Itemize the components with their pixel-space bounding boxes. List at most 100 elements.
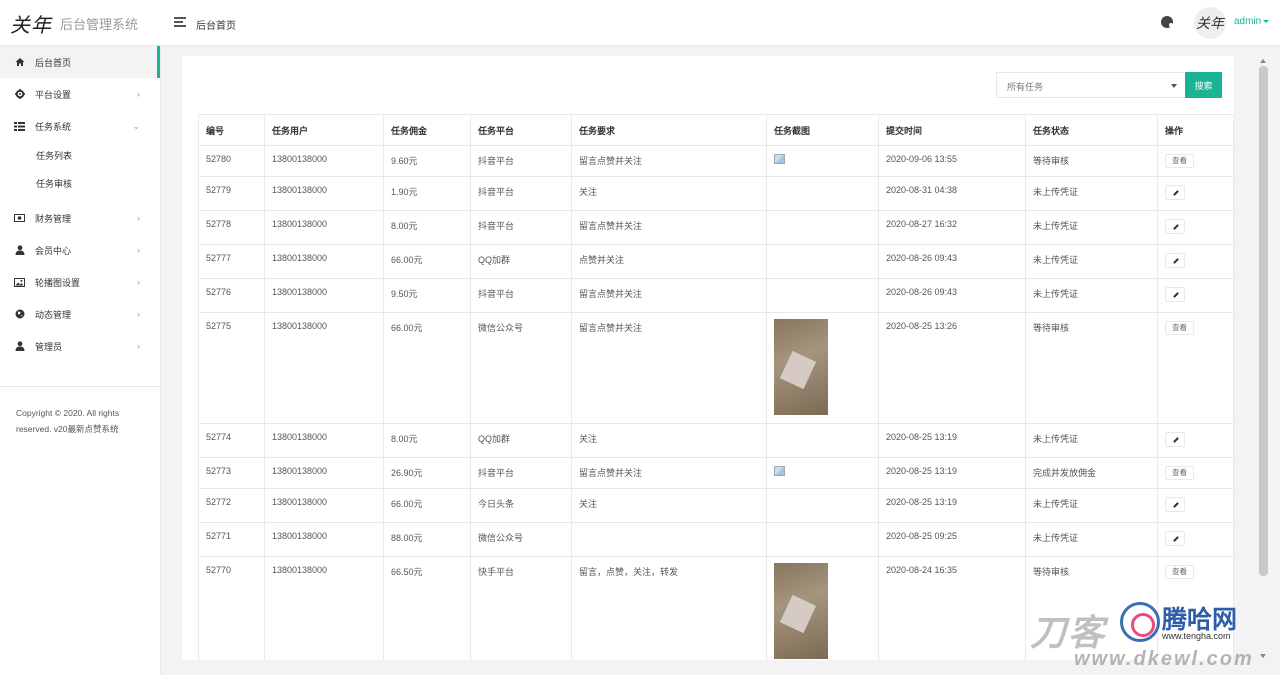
watermark-text-d: www.dkewl.com xyxy=(1074,648,1254,670)
screenshot-thumbnail[interactable] xyxy=(774,319,828,415)
cell-status: 等待审核 xyxy=(1025,312,1158,424)
header-status: 任务状态 xyxy=(1025,114,1158,146)
scroll-thumb[interactable] xyxy=(1259,66,1268,576)
sidebar-item-members[interactable]: 会员中心 › xyxy=(0,234,160,266)
cell-status: 完成并发放佣金 xyxy=(1025,457,1158,489)
page-scrollbar[interactable] xyxy=(1256,56,1270,662)
table-row: 52778 13800138000 8.00元 抖音平台 留言点赞并关注 2020-08-… xyxy=(198,210,1234,245)
edit-pencil-icon[interactable] xyxy=(1165,185,1185,200)
cell-platform: 抖音平台 xyxy=(470,278,572,313)
table-row: 52773 13800138000 26.90元 抖音平台 留言点赞并关注 2020-08… xyxy=(198,457,1234,489)
task-filter-select[interactable]: 所有任务 xyxy=(996,72,1186,98)
cell-fee: 1.90元 xyxy=(383,176,471,211)
header-user: 任务用户 xyxy=(264,114,384,146)
cell-requirement: 关注 xyxy=(571,176,767,211)
table-row: 52774 13800138000 8.00元 QQ加群 关注 2020-08-25 13… xyxy=(198,423,1234,458)
cell-user: 13800138000 xyxy=(264,457,384,489)
cell-requirement: 点赞并关注 xyxy=(571,244,767,279)
table-row: 52775 13800138000 66.00元 微信公众号 留言点赞并关注 2020-0… xyxy=(198,312,1234,424)
broken-image-icon[interactable] xyxy=(774,466,785,476)
cell-requirement: 留言点赞并关注 xyxy=(571,145,767,177)
breadcrumb[interactable]: 后台首页 xyxy=(196,17,236,32)
cell-screenshot xyxy=(766,488,879,523)
cell-user: 13800138000 xyxy=(264,556,384,660)
cell-action xyxy=(1157,522,1234,557)
cell-screenshot xyxy=(766,312,879,424)
chevron-right-icon: › xyxy=(137,309,140,319)
edit-pencil-icon[interactable] xyxy=(1165,432,1185,447)
cell-fee: 88.00元 xyxy=(383,522,471,557)
user-menu[interactable]: admin xyxy=(1234,16,1269,27)
menu-toggle-icon[interactable] xyxy=(174,17,186,28)
chevron-right-icon: › xyxy=(137,213,140,223)
sidebar-subitem-task-list[interactable]: 任务列表 xyxy=(0,142,160,170)
cell-action: 查看 xyxy=(1157,145,1234,177)
cell-platform: 抖音平台 xyxy=(470,145,572,177)
cell-id: 52777 xyxy=(198,244,265,279)
top-bar: 关年 后台管理系统 后台首页 关年 admin xyxy=(0,0,1280,46)
edit-pencil-icon[interactable] xyxy=(1165,531,1185,546)
picture-icon xyxy=(14,277,25,287)
cell-fee: 66.50元 xyxy=(383,556,471,660)
sidebar-item-label: 财务管理 xyxy=(35,213,72,224)
cell-submit-time: 2020-08-26 09:43 xyxy=(878,244,1026,279)
cell-action xyxy=(1157,423,1234,458)
cell-requirement xyxy=(571,522,767,557)
theme-palette-icon[interactable] xyxy=(1161,16,1173,28)
cell-platform: 微信公众号 xyxy=(470,312,572,424)
cell-screenshot xyxy=(766,556,879,660)
view-button[interactable]: 查看 xyxy=(1165,565,1194,579)
sidebar-item-task-system[interactable]: 任务系统 ⌄ xyxy=(0,110,160,142)
gear-icon xyxy=(14,89,25,99)
copyright: Copyright © 2020. All rights reserved. v… xyxy=(0,386,160,437)
edit-pencil-icon[interactable] xyxy=(1165,287,1185,302)
sidebar-item-home[interactable]: 后台首页 xyxy=(0,46,160,78)
cell-id: 52779 xyxy=(198,176,265,211)
cell-submit-time: 2020-08-25 09:25 xyxy=(878,522,1026,557)
cell-submit-time: 2020-08-25 13:19 xyxy=(878,423,1026,458)
sidebar-item-news[interactable]: 动态管理 › xyxy=(0,298,160,330)
sidebar-subitem-task-review[interactable]: 任务审核 xyxy=(0,170,160,198)
avatar[interactable]: 关年 xyxy=(1194,7,1226,39)
cell-action xyxy=(1157,210,1234,245)
sidebar-item-carousel[interactable]: 轮播图设置 › xyxy=(0,266,160,298)
sidebar-item-label: 管理员 xyxy=(35,341,63,352)
chevron-right-icon: › xyxy=(137,89,140,99)
sidebar-item-finance[interactable]: 财务管理 › xyxy=(0,202,160,234)
cell-submit-time: 2020-08-26 09:43 xyxy=(878,278,1026,313)
cell-submit-time: 2020-08-27 16:32 xyxy=(878,210,1026,245)
cell-platform: 抖音平台 xyxy=(470,176,572,211)
sidebar-item-platform-settings[interactable]: 平台设置 › xyxy=(0,78,160,110)
cell-fee: 9.60元 xyxy=(383,145,471,177)
cell-fee: 8.00元 xyxy=(383,423,471,458)
header-requirement: 任务要求 xyxy=(571,114,767,146)
task-list-icon xyxy=(14,121,25,131)
view-button[interactable]: 查看 xyxy=(1165,466,1194,480)
cell-screenshot xyxy=(766,423,879,458)
header-id: 编号 xyxy=(198,114,265,146)
chevron-right-icon: › xyxy=(137,245,140,255)
table-row: 52780 13800138000 9.60元 抖音平台 留言点赞并关注 2020-09-… xyxy=(198,145,1234,177)
view-button[interactable]: 查看 xyxy=(1165,321,1194,335)
edit-pencil-icon[interactable] xyxy=(1165,219,1185,234)
cell-requirement: 关注 xyxy=(571,423,767,458)
logo[interactable]: 关年 后台管理系统 xyxy=(10,0,138,46)
cell-fee: 66.00元 xyxy=(383,488,471,523)
cell-action xyxy=(1157,244,1234,279)
table-row: 52779 13800138000 1.90元 抖音平台 关注 2020-08-31 04… xyxy=(198,176,1234,211)
broken-image-icon[interactable] xyxy=(774,154,785,164)
edit-pencil-icon[interactable] xyxy=(1165,497,1185,512)
cell-status: 等待审核 xyxy=(1025,145,1158,177)
view-button[interactable]: 查看 xyxy=(1165,154,1194,168)
cell-fee: 66.00元 xyxy=(383,244,471,279)
watermark-text-c: www.tengha.com xyxy=(1162,631,1231,641)
sidebar-item-label: 后台首页 xyxy=(35,57,72,68)
logo-mark: 关年 xyxy=(10,12,52,37)
screenshot-thumbnail[interactable] xyxy=(774,563,828,659)
sidebar-item-admins[interactable]: 管理员 › xyxy=(0,330,160,362)
cell-screenshot xyxy=(766,176,879,211)
cell-status: 未上传凭证 xyxy=(1025,210,1158,245)
scroll-up-icon[interactable] xyxy=(1260,59,1266,63)
search-button[interactable]: 搜索 xyxy=(1185,72,1222,98)
edit-pencil-icon[interactable] xyxy=(1165,253,1185,268)
